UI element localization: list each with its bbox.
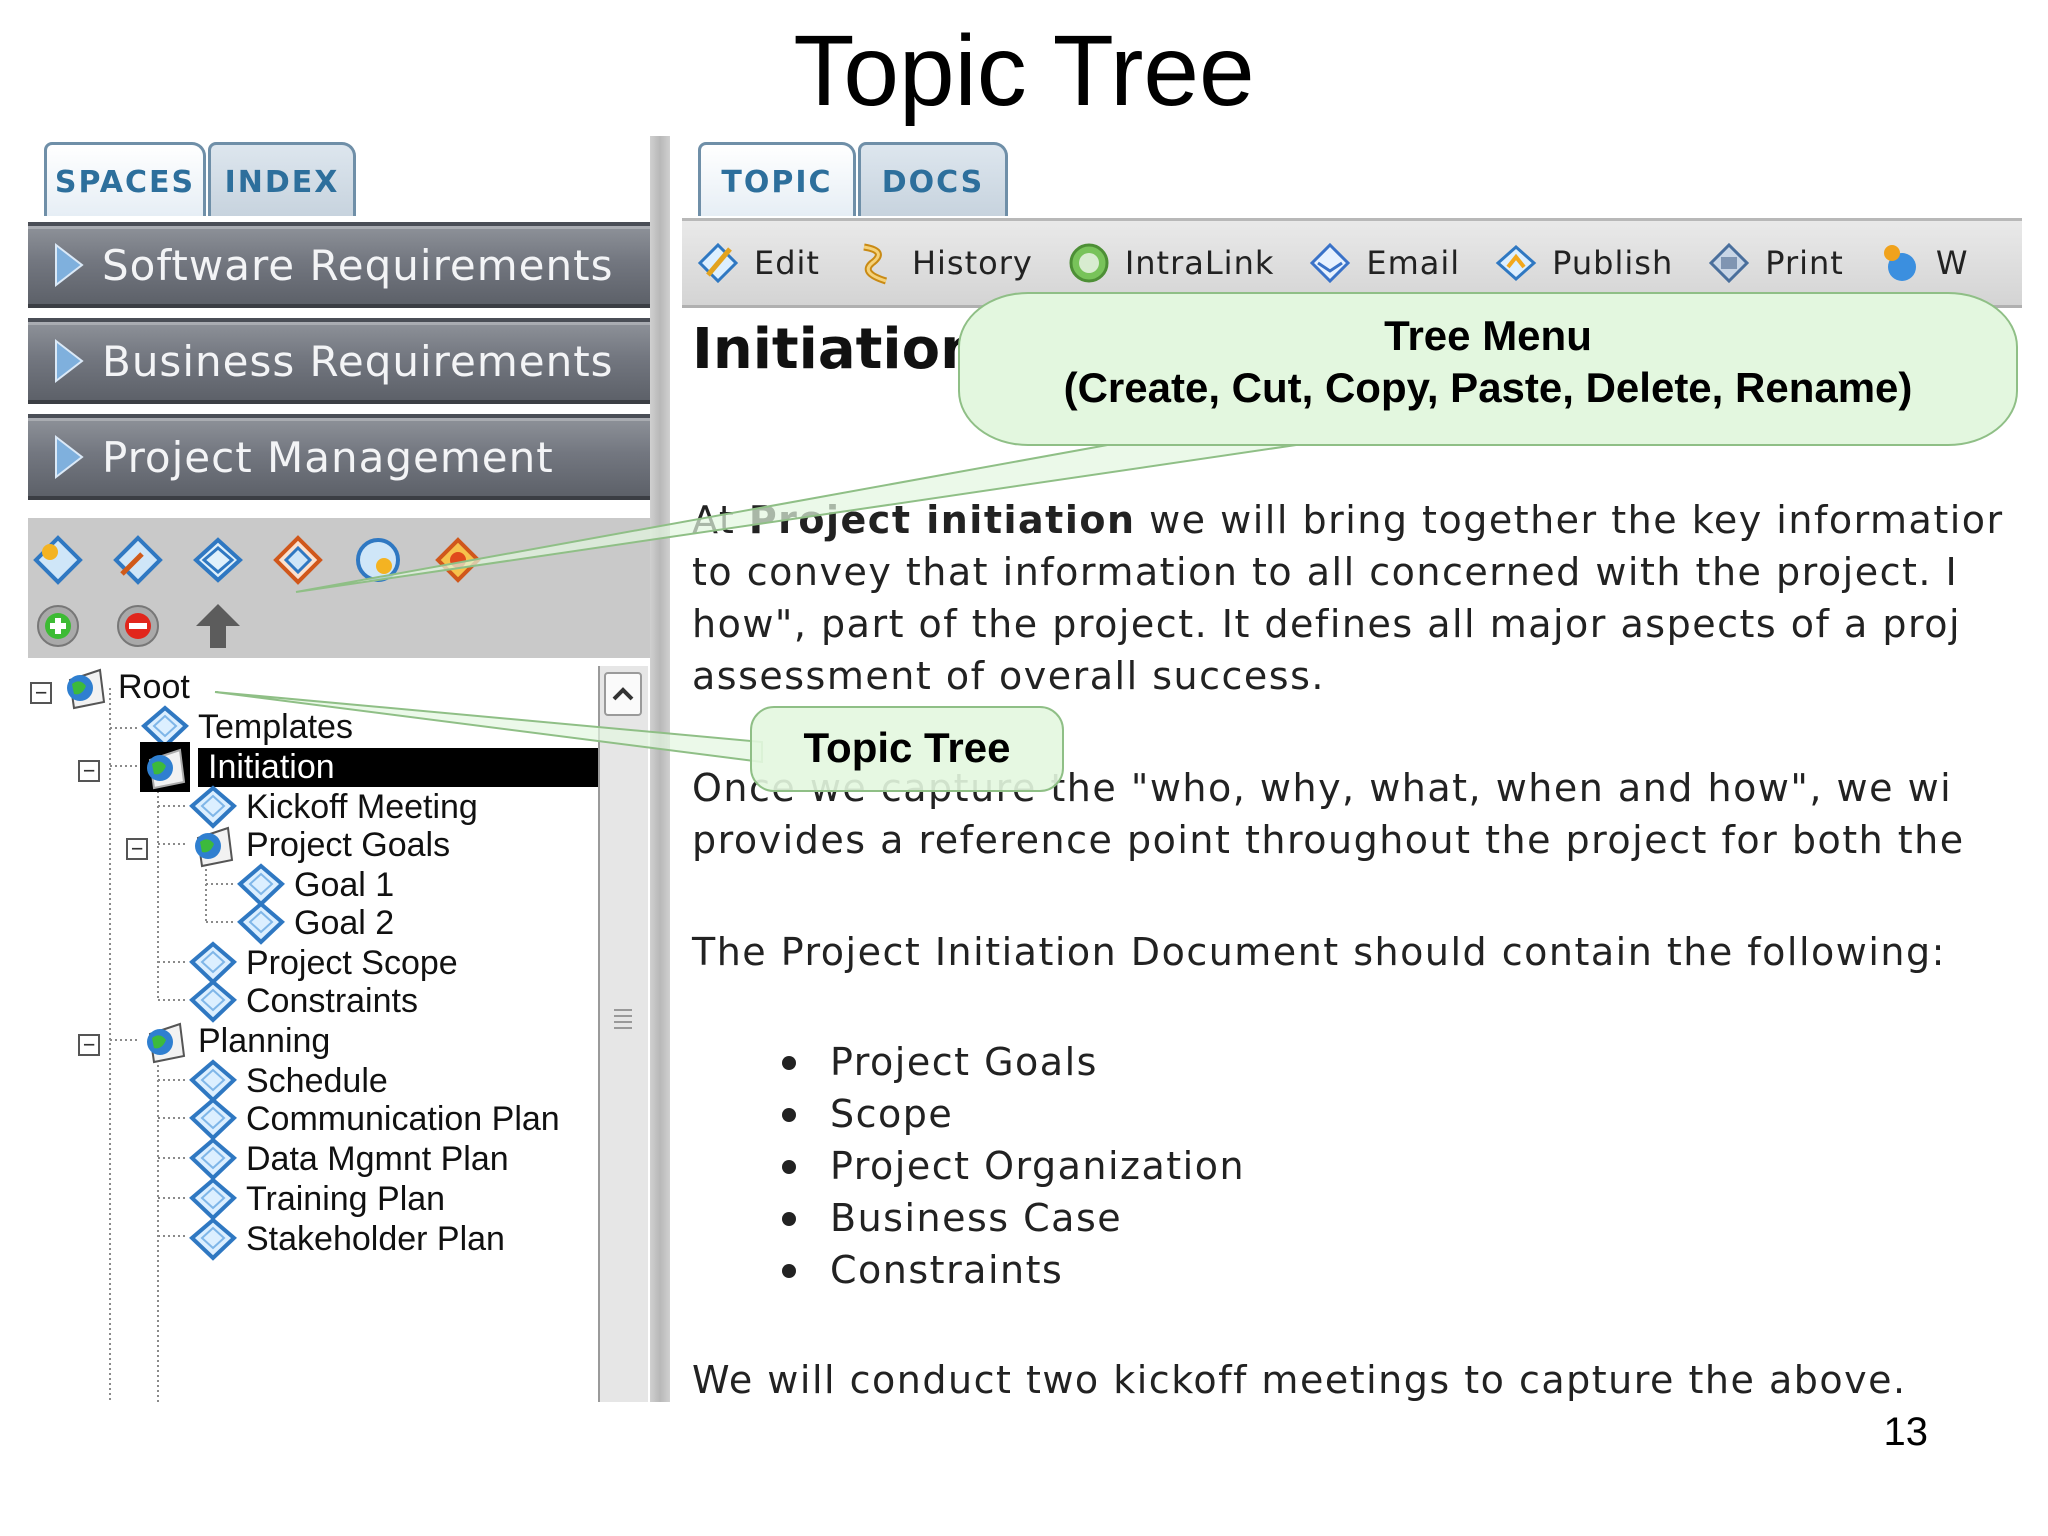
create-topic-icon[interactable] [32, 534, 84, 586]
panel-divider[interactable] [650, 136, 670, 1402]
tree-label: Training Plan [246, 1179, 446, 1218]
expander-planning[interactable]: − [78, 1034, 100, 1056]
topic-content: Initiation At Project initiation we will… [692, 316, 2022, 1403]
list-item: Business Case [782, 1192, 1245, 1244]
play-icon [54, 435, 84, 479]
intralink-button[interactable]: IntraLink [1067, 241, 1275, 285]
slide-title: Topic Tree [793, 15, 1255, 127]
tree-label: Planning [198, 1021, 331, 1060]
space-business-requirements[interactable]: Business Requirements [28, 318, 650, 404]
more-label: W [1935, 244, 1969, 282]
expander-initiation[interactable]: − [78, 760, 100, 782]
content-bullet-list: Project Goals Scope Project Organization… [782, 1036, 1245, 1296]
space-software-requirements[interactable]: Software Requirements [28, 222, 650, 308]
move-up-icon[interactable] [192, 600, 244, 652]
publish-icon [1494, 241, 1538, 285]
scroll-grip-icon[interactable] [614, 1006, 632, 1034]
tree-menu-toolbar [28, 518, 650, 658]
tab-index[interactable]: INDEX [208, 142, 356, 216]
edit-label: Edit [754, 244, 820, 282]
callout-subtitle: (Create, Cut, Copy, Paste, Delete, Renam… [1063, 364, 1913, 411]
expander-root[interactable]: − [30, 682, 52, 704]
tab-spaces[interactable]: SPACES [44, 142, 206, 216]
more-icon [1878, 241, 1922, 285]
tree-label: Stakeholder Plan [246, 1219, 505, 1258]
history-button[interactable]: History [854, 241, 1033, 285]
publish-label: Publish [1552, 244, 1674, 282]
tab-docs[interactable]: DOCS [858, 142, 1008, 216]
space-label: Project Management [102, 432, 554, 482]
email-label: Email [1366, 244, 1461, 282]
intralink-label: IntraLink [1124, 244, 1275, 282]
paragraph-line: assessment of overall success. [692, 654, 1325, 698]
tab-topic[interactable]: TOPIC [698, 142, 856, 216]
folder-globe-icon [140, 742, 190, 792]
folder-globe-icon [188, 820, 238, 870]
callout-title: Tree Menu [1384, 312, 1592, 359]
paragraph-line: We will conduct two kickoff meetings to … [692, 1358, 1907, 1402]
tree-label: Root [118, 667, 190, 706]
tree-label: Goal 2 [294, 903, 395, 942]
copy-icon[interactable] [192, 534, 244, 586]
callout-topic-tree: Topic Tree [750, 706, 1064, 792]
rename-icon[interactable] [352, 534, 404, 586]
tree-item-stakeholder-plan[interactable]: Stakeholder Plan [188, 1214, 505, 1264]
publish-button[interactable]: Publish [1494, 241, 1673, 285]
topic-diamond-icon [188, 1214, 238, 1264]
topic-heading: Initiation [692, 317, 980, 382]
email-icon [1308, 241, 1352, 285]
edit-button[interactable]: Edit [696, 241, 820, 285]
edit-icon [696, 241, 740, 285]
tree-scrollbar[interactable] [598, 666, 648, 1402]
chevron-up-icon [612, 687, 634, 701]
tree-label: Constraints [246, 981, 418, 1020]
space-project-management[interactable]: Project Management [28, 414, 650, 500]
tree-label: Project Goals [246, 825, 451, 864]
paragraph-line: At Project initiation we will bring toge… [692, 498, 2004, 542]
topic-tree: − − − − Root Templates Initiation Kickof… [28, 666, 628, 1402]
page-number: 13 [1883, 1410, 1929, 1454]
space-list: Software Requirements Business Requireme… [28, 222, 650, 510]
print-label: Print [1765, 244, 1844, 282]
expander-project-goals[interactable]: − [126, 838, 148, 860]
list-item: Scope [782, 1088, 1245, 1140]
scroll-up-button[interactable] [604, 672, 642, 716]
paragraph-line: The Project Initiation Document should c… [692, 930, 1946, 974]
space-label: Business Requirements [102, 336, 614, 386]
tree-label: Templates [198, 707, 353, 746]
paste-icon[interactable] [272, 534, 324, 586]
tree-label: Data Mgmnt Plan [246, 1139, 509, 1178]
paragraph-line: how", part of the project. It defines al… [692, 602, 1962, 646]
left-panel: SPACES INDEX Software Requirements Busin… [28, 136, 650, 1402]
properties-icon[interactable] [432, 534, 484, 586]
intralink-icon [1067, 241, 1111, 285]
space-label: Software Requirements [102, 240, 614, 290]
tree-label: Initiation [198, 747, 610, 787]
history-label: History [911, 244, 1033, 282]
list-item: Project Organization [782, 1140, 1245, 1192]
remove-icon[interactable] [112, 600, 164, 652]
list-item: Project Goals [782, 1036, 1245, 1088]
paragraph-line: to convey that information to all concer… [692, 550, 1959, 594]
folder-globe-icon [140, 1016, 190, 1066]
more-button[interactable]: W [1878, 241, 1969, 285]
tree-label: Communication Plan [246, 1099, 560, 1138]
callout-tree-menu: Tree Menu (Create, Cut, Copy, Paste, Del… [958, 292, 2018, 446]
print-icon [1707, 241, 1751, 285]
paragraph-line: provides a reference point throughout th… [692, 818, 1965, 862]
cut-icon[interactable] [112, 534, 164, 586]
list-item: Constraints [782, 1244, 1245, 1296]
play-icon [54, 243, 84, 287]
folder-globe-icon [60, 662, 110, 712]
history-icon [854, 241, 898, 285]
print-button[interactable]: Print [1707, 241, 1844, 285]
email-button[interactable]: Email [1308, 241, 1460, 285]
add-icon[interactable] [32, 600, 84, 652]
emphasis-project-initiation: Project initiation [748, 498, 1136, 542]
play-icon [54, 339, 84, 383]
